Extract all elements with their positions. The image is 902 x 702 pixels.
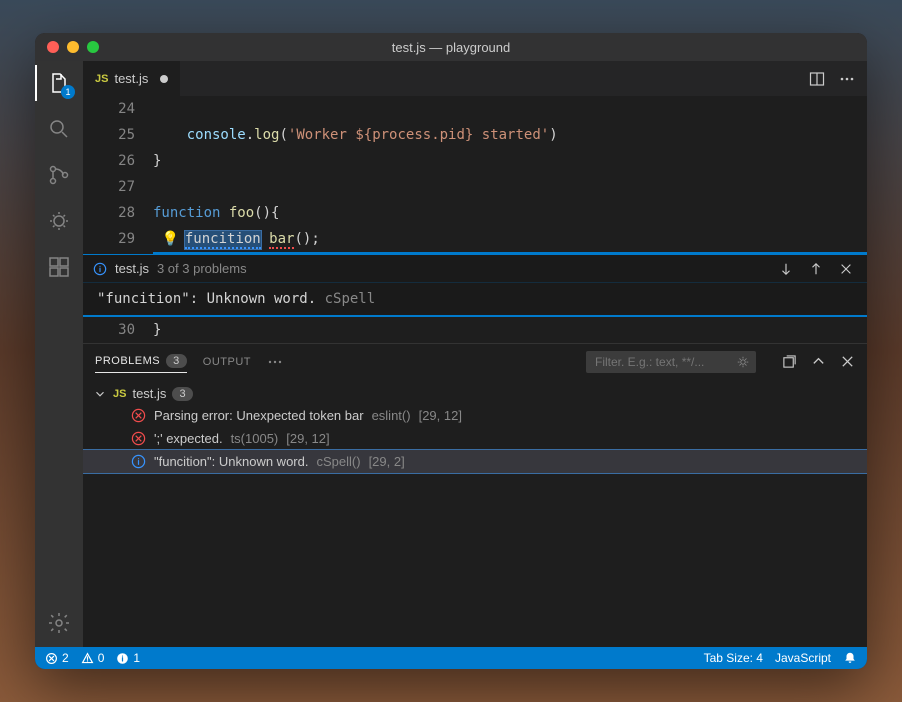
settings-gear-icon[interactable] bbox=[45, 609, 73, 637]
panel-close-icon[interactable] bbox=[840, 354, 855, 369]
peek-header: test.js 3 of 3 problems bbox=[83, 255, 867, 283]
problems-file-label: test.js bbox=[132, 386, 166, 401]
info-icon bbox=[93, 262, 107, 276]
line-number: 30 bbox=[83, 317, 153, 343]
tab-problems[interactable]: PROBLEMS 3 bbox=[95, 354, 187, 373]
peek-prev-icon[interactable] bbox=[805, 262, 827, 276]
bottom-panel: PROBLEMS 3 OUTPUT bbox=[83, 343, 867, 647]
problem-row[interactable]: Parsing error: Unexpected token bar esli… bbox=[83, 404, 867, 427]
peek-message: "funcition": Unknown word. cSpell bbox=[83, 283, 867, 315]
problem-source: cSpell() bbox=[316, 454, 360, 469]
debug-icon[interactable] bbox=[45, 207, 73, 235]
problem-message: Parsing error: Unexpected token bar bbox=[154, 408, 364, 423]
line-number: 25 bbox=[83, 122, 153, 148]
status-infos[interactable]: 1 bbox=[116, 651, 140, 665]
tab-bar: JS test.js bbox=[83, 61, 867, 96]
modified-indicator-icon bbox=[160, 75, 168, 83]
maximize-window-button[interactable] bbox=[87, 41, 99, 53]
peek-summary: 3 of 3 problems bbox=[157, 261, 247, 276]
status-errors[interactable]: 2 bbox=[45, 651, 69, 665]
line-number: 26 bbox=[83, 148, 153, 174]
info-icon bbox=[131, 454, 146, 469]
problem-message: ';' expected. bbox=[154, 431, 223, 446]
search-icon[interactable] bbox=[45, 115, 73, 143]
status-language[interactable]: JavaScript bbox=[775, 651, 831, 665]
close-window-button[interactable] bbox=[47, 41, 59, 53]
status-warnings[interactable]: 0 bbox=[81, 651, 105, 665]
explorer-icon[interactable]: 1 bbox=[45, 69, 73, 97]
panel-maximize-icon[interactable] bbox=[811, 354, 826, 369]
editor-tab[interactable]: JS test.js bbox=[83, 61, 181, 96]
code-editor[interactable]: 24 25 console.log('Worker ${process.pid}… bbox=[83, 96, 867, 254]
tab-output[interactable]: OUTPUT bbox=[203, 356, 251, 368]
panel-more-icon[interactable] bbox=[267, 354, 283, 370]
problems-file-row[interactable]: JS test.js 3 bbox=[83, 383, 867, 404]
problems-count-badge: 3 bbox=[166, 354, 187, 368]
explorer-badge: 1 bbox=[61, 85, 75, 99]
problem-location: [29, 12] bbox=[419, 408, 462, 423]
js-file-icon: JS bbox=[95, 73, 108, 85]
problem-location: [29, 12] bbox=[286, 431, 329, 446]
app-window: test.js — playground 1 bbox=[35, 33, 867, 669]
activity-bar: 1 bbox=[35, 61, 83, 647]
traffic-lights bbox=[35, 41, 99, 53]
status-notifications-icon[interactable] bbox=[843, 651, 857, 665]
error-icon bbox=[131, 431, 146, 446]
problems-list: JS test.js 3 Parsing error: Unexpected t… bbox=[83, 379, 867, 647]
filter-settings-icon[interactable] bbox=[736, 355, 750, 369]
chevron-down-icon bbox=[93, 387, 107, 401]
error-icon bbox=[131, 408, 146, 423]
line-number: 24 bbox=[83, 96, 153, 122]
extensions-icon[interactable] bbox=[45, 253, 73, 281]
problem-location: [29, 2] bbox=[369, 454, 405, 469]
line-number: 27 bbox=[83, 174, 153, 200]
collapse-all-icon[interactable] bbox=[782, 354, 797, 369]
tab-label: test.js bbox=[114, 71, 148, 86]
status-tab-size[interactable]: Tab Size: 4 bbox=[704, 651, 763, 665]
problems-filter-input[interactable] bbox=[586, 351, 756, 373]
peek-next-icon[interactable] bbox=[775, 262, 797, 276]
problem-row[interactable]: "funcition": Unknown word. cSpell() [29,… bbox=[83, 450, 867, 473]
problem-message: "funcition": Unknown word. bbox=[154, 454, 308, 469]
window-title: test.js — playground bbox=[35, 40, 867, 55]
titlebar: test.js — playground bbox=[35, 33, 867, 61]
source-control-icon[interactable] bbox=[45, 161, 73, 189]
minimize-window-button[interactable] bbox=[67, 41, 79, 53]
panel-tab-bar: PROBLEMS 3 OUTPUT bbox=[83, 344, 867, 379]
problem-source: ts(1005) bbox=[231, 431, 279, 446]
problem-peek-view: test.js 3 of 3 problems "funcition": Unk… bbox=[83, 254, 867, 317]
peek-file: test.js bbox=[115, 261, 149, 276]
lightbulb-icon[interactable]: 💡 bbox=[161, 231, 178, 247]
more-actions-icon[interactable] bbox=[839, 71, 855, 87]
split-editor-icon[interactable] bbox=[809, 71, 825, 87]
problem-source: eslint() bbox=[372, 408, 411, 423]
line-number: 29 bbox=[83, 226, 153, 254]
js-file-icon: JS bbox=[113, 388, 126, 400]
line-number: 28 bbox=[83, 200, 153, 226]
peek-close-icon[interactable] bbox=[835, 262, 857, 276]
problem-row[interactable]: ';' expected. ts(1005) [29, 12] bbox=[83, 427, 867, 450]
status-bar: 2 0 1 Tab Size: 4 JavaScript bbox=[35, 647, 867, 669]
file-problem-count: 3 bbox=[172, 387, 192, 401]
